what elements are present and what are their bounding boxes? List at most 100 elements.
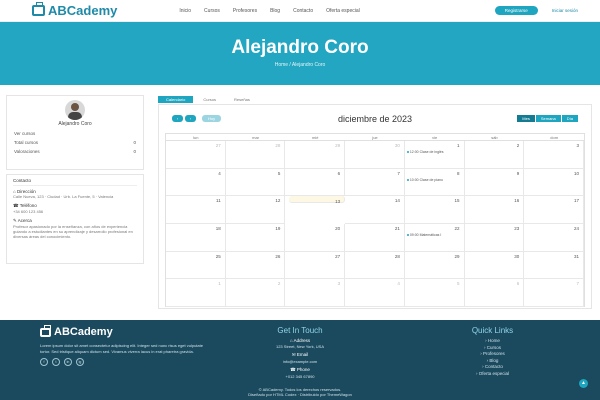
linkedin-icon[interactable]: in [64,358,72,366]
calendar-day-cell[interactable]: 9 [464,168,525,197]
back-to-top-button[interactable]: ▲ [579,379,588,388]
nav-item-inicio[interactable]: Inicio [179,8,191,14]
footer-about: ABCademy Lorem ipsum dolor sit amet cons… [40,324,210,366]
day-number: 11 [216,198,221,204]
view-week-button[interactable]: Semana [535,115,562,122]
day-number: 4 [397,281,400,287]
calendar-day-cell[interactable]: 10 [524,168,584,197]
calendar-day-cell[interactable]: 21 [345,224,405,252]
phone-label: ☎ Phone [250,367,350,373]
phone-icon: ☎ [290,367,297,372]
copyright: © ABCademy. Todos los derechos reservado… [0,387,600,397]
calendar-day-cell[interactable]: 27 [166,141,226,169]
phone-icon: ☎ [13,203,20,208]
main-menu: Inicio Cursos Profesores Blog Contacto O… [179,8,359,14]
calendar-day-cell[interactable]: 30 [464,251,525,280]
calendar-day-cell[interactable]: 30 [345,141,405,169]
calendar-day-cell[interactable]: 5 [404,279,465,308]
weekday-label: sáb [491,135,498,140]
calendar-day-cell[interactable]: 11 [166,196,226,225]
tab-resenas[interactable]: Reseñas [226,96,258,103]
calendar: ‹ › Hoy diciembre de 2023 Mes Semana Día… [158,104,592,309]
calendar-day-cell[interactable]: 8 10:00 Clase de piano [404,168,465,197]
top-navbar: ABCademy Inicio Cursos Profesores Blog C… [0,0,600,22]
nav-item-profesores[interactable]: Profesores [233,8,257,14]
auth-area: Registrarse Iniciar sesión [494,6,578,15]
profile-tabs: Calendario Cursos Reseñas [158,96,258,103]
email-value[interactable]: info@example.com [250,359,350,364]
quick-link-label: Contacto [484,364,503,369]
calendar-day-cell[interactable]: 5 [225,168,286,197]
calendar-day-cell[interactable]: 12 [225,196,286,225]
calendar-day-cell[interactable]: 7 [524,279,584,308]
calendar-day-cell[interactable]: 22 09:00 Matemáticas I [404,224,465,252]
tab-cursos[interactable]: Cursos [195,96,224,103]
weekday-label: mié [312,135,319,140]
calendar-day-cell[interactable]: 14 [345,196,405,225]
instagram-icon[interactable]: ig [76,358,84,366]
calendar-day-cell[interactable]: 1 [166,279,226,308]
quick-link-label: Profesores [482,351,505,356]
calendar-day-cell[interactable]: 3 [524,141,584,169]
contact-title: Acerca [17,218,32,223]
footer-logo[interactable]: ABCademy [40,324,210,338]
day-number: 25 [215,253,221,259]
calendar-day-cell[interactable]: 20 [285,224,346,252]
view-month-button[interactable]: Mes [517,115,536,122]
calendar-event[interactable]: 12:00 Clase de inglés [406,150,444,154]
calendar-day-cell[interactable]: 2 [464,141,525,169]
nav-item-oferta[interactable]: Oferta especial [326,8,360,14]
contact-card: Contacto ⌂ Dirección Calle Nueva, 123 · … [6,174,144,264]
calendar-day-cell[interactable]: 29 [404,251,465,280]
day-number: 15 [454,198,460,204]
tab-calendario[interactable]: Calendario [158,96,194,103]
contact-value: +34 600 123 456 [13,209,44,214]
calendar-day-cell[interactable]: 6 [464,279,525,308]
calendar-day-cell[interactable]: 23 [464,224,525,252]
quick-link[interactable]: › Oferta especial [450,371,535,378]
nav-item-blog[interactable]: Blog [270,8,280,14]
login-link[interactable]: Iniciar sesión [552,8,578,13]
calendar-day-cell[interactable]: 17 [524,196,584,225]
brand-name: ABCademy [48,3,118,18]
calendar-day-cell[interactable]: 24 [524,224,584,252]
profile-role[interactable]: Ver cursos [14,131,35,136]
footer-about-text: Lorem ipsum dolor sit amet consectetur a… [40,343,203,354]
nav-item-contacto[interactable]: Contacto [293,8,313,14]
calendar-day-cell[interactable]: 13 [289,196,346,204]
day-number: 3 [337,281,341,287]
calendar-day-cell[interactable]: 4 [166,168,226,197]
brand-logo[interactable]: ABCademy [32,2,118,18]
calendar-day-cell[interactable]: 28 [345,251,405,280]
calendar-day-cell[interactable]: 29 [285,141,346,169]
profile-link[interactable]: Ver cursos [7,131,143,136]
calendar-day-cell[interactable]: 27 [285,251,346,280]
facebook-icon[interactable]: f [40,358,48,366]
calendar-day-cell[interactable]: 18 [166,224,226,252]
calendar-day-cell[interactable]: 1 12:00 Clase de inglés [404,141,465,169]
day-number: 1 [457,143,460,148]
view-day-button[interactable]: Día [561,115,579,122]
calendar-day-cell[interactable]: 6 [285,168,346,197]
day-number: 5 [277,170,281,176]
day-number: 21 [394,226,400,232]
calendar-event[interactable]: 09:00 Matemáticas I [406,233,441,237]
nav-item-cursos[interactable]: Cursos [204,8,220,14]
calendar-day-cell[interactable]: 16 [464,196,525,225]
calendar-event[interactable]: 10:00 Clase de piano [406,178,443,182]
calendar-day-cell[interactable]: 2 [225,279,286,308]
footer-quick-links: Quick Links › Home › Cursos › Profesores… [450,326,535,377]
calendar-day-cell[interactable]: 26 [225,251,286,280]
calendar-day-cell[interactable]: 19 [225,224,286,252]
calendar-day-cell[interactable]: 28 [225,141,286,169]
calendar-day-cell[interactable]: 31 [524,251,584,280]
register-button[interactable]: Registrarse [494,6,538,15]
day-number: 30 [394,143,400,148]
calendar-day-cell[interactable]: 3 [285,279,346,308]
twitter-icon[interactable]: t [52,358,60,366]
calendar-day-cell[interactable]: 4 [345,279,405,308]
calendar-day-cell[interactable]: 7 [345,168,405,197]
weekday-label: vie [432,135,438,140]
calendar-day-cell[interactable]: 25 [166,251,226,280]
calendar-day-cell[interactable]: 15 [404,196,465,225]
